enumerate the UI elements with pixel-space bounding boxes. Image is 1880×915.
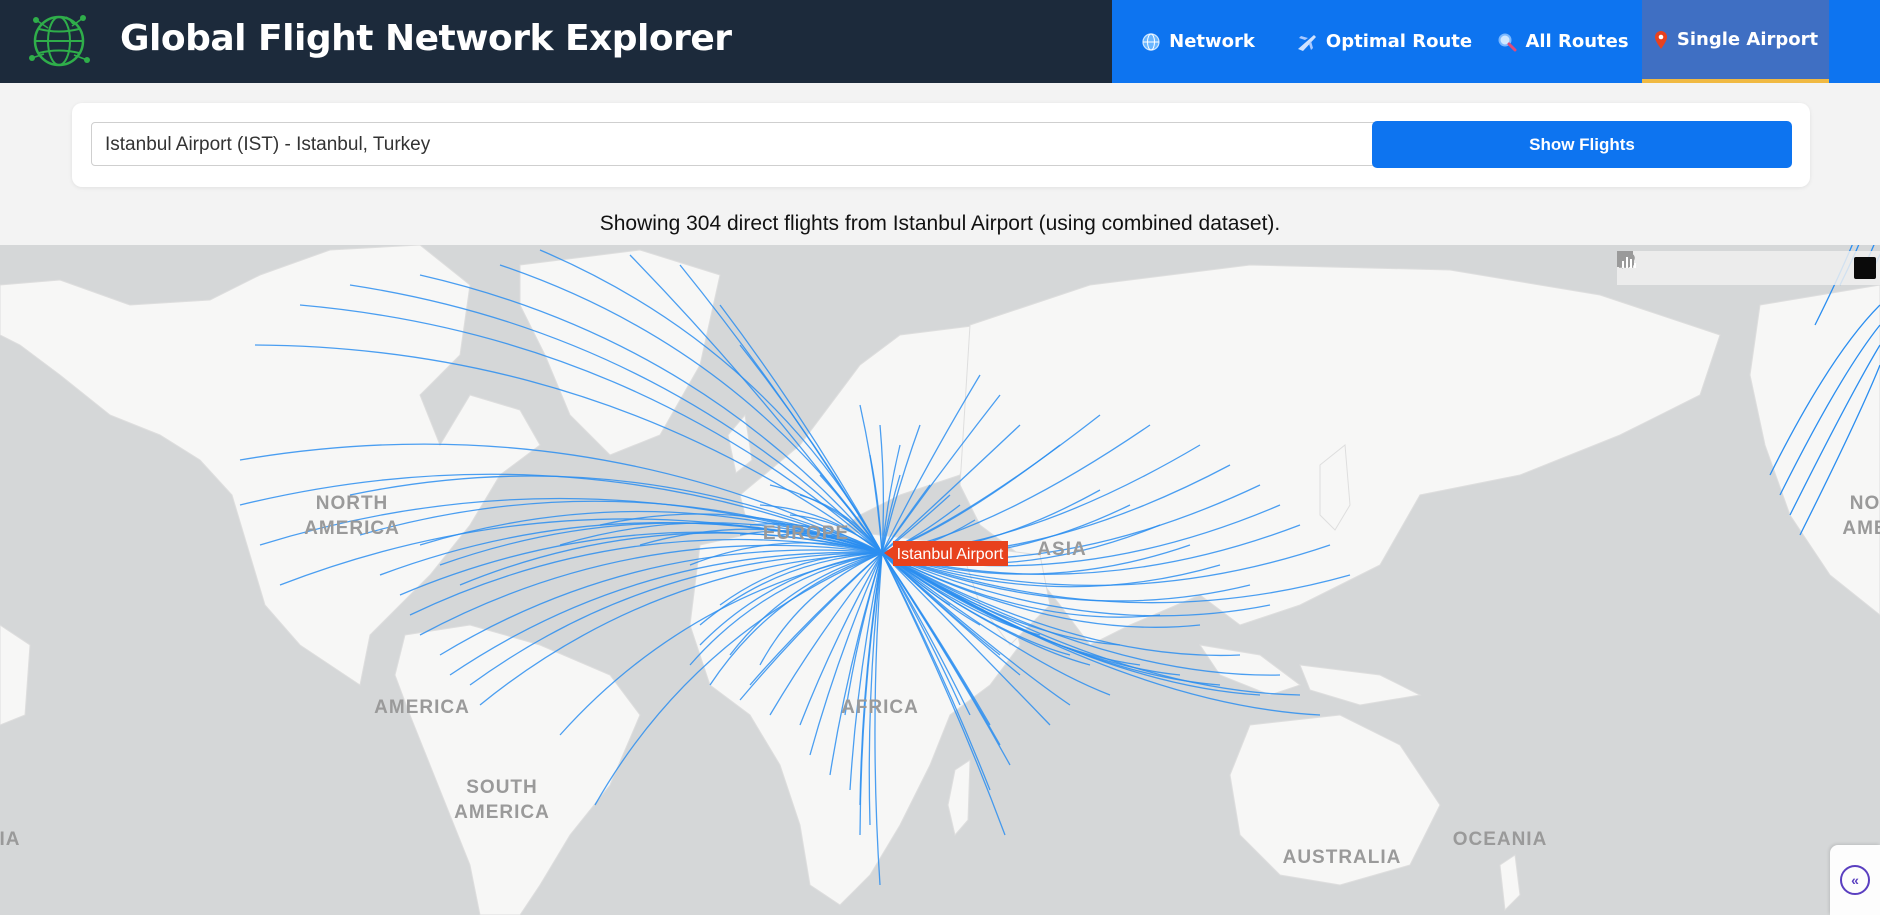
collapse-left-icon: «: [1840, 865, 1870, 895]
sidebar-toggle-button[interactable]: «: [1830, 845, 1880, 915]
home-icon[interactable]: [1618, 252, 1847, 282]
landmass-indonesia: [1299, 664, 1422, 706]
landmass-north-america-wrap: [1749, 284, 1880, 616]
label-europe: EUROPE: [763, 523, 849, 544]
label-africa: AFRICA: [841, 697, 919, 718]
tab-bar: Network Optimal Route All Routes Single …: [1112, 0, 1880, 83]
plotly-logo-icon[interactable]: [1622, 257, 1876, 279]
globe-network-icon: [26, 10, 92, 72]
zoom-in-icon[interactable]: [1617, 251, 1787, 282]
globe-icon: [1141, 32, 1161, 52]
airplane-icon: [1296, 32, 1318, 52]
tab-label: All Routes: [1525, 31, 1629, 52]
map-modebar: [1617, 251, 1880, 285]
label-oceania: OCEANIA: [1453, 829, 1548, 850]
landmass-south-america: [394, 624, 641, 915]
app-title: Global Flight Network Explorer: [120, 18, 732, 59]
show-flights-button[interactable]: Show Flights: [1372, 121, 1792, 168]
pin-icon: [1653, 30, 1669, 50]
airport-control-card: Istanbul Airport (IST) - Istanbul, Turke…: [72, 103, 1810, 187]
label-south-america-2: AMERICA: [454, 802, 550, 823]
lasso-icon[interactable]: [1619, 252, 1748, 282]
box-select-icon[interactable]: [1618, 252, 1718, 282]
label-south-america-1: SOUTH: [466, 777, 538, 798]
label-cut-right-1: NO: [1850, 493, 1880, 514]
landmass-asia-wrap: [0, 624, 31, 726]
magnifier-icon: [1497, 32, 1517, 52]
label-asia: ASIA: [1037, 539, 1086, 560]
top-navbar: Global Flight Network Explorer Network O…: [0, 0, 1880, 83]
landmass-new-zealand: [1499, 854, 1521, 912]
hub-label: Istanbul Airport: [897, 546, 1004, 563]
label-australia: AUSTRALIA: [1283, 847, 1402, 868]
airport-select-value: Istanbul Airport (IST) - Istanbul, Turke…: [105, 134, 431, 155]
tab-all-routes[interactable]: All Routes: [1484, 0, 1642, 83]
tab-label: Optimal Route: [1325, 31, 1473, 52]
label-north-america-1: NORTH: [316, 493, 389, 514]
label-america: AMERICA: [374, 697, 470, 718]
airport-select[interactable]: Istanbul Airport (IST) - Istanbul, Turke…: [91, 122, 1424, 166]
landmass-greenland: [519, 249, 721, 456]
tab-label: Network: [1169, 31, 1255, 52]
landmass-madagascar: [947, 759, 971, 837]
hub-marker[interactable]: Istanbul Airport: [884, 541, 1008, 566]
tab-network[interactable]: Network: [1112, 0, 1284, 83]
tab-single-airport[interactable]: Single Airport: [1642, 0, 1829, 83]
label-cut-right-2: AME: [1842, 518, 1880, 539]
tab-label: Single Airport: [1676, 29, 1819, 50]
pan-icon[interactable]: [1618, 252, 1688, 282]
landmass-uk: [727, 413, 753, 474]
zoom-out-icon[interactable]: [1617, 251, 1817, 282]
status-message: Showing 304 direct flights from Istanbul…: [599, 212, 1281, 235]
flight-map[interactable]: NORTH AMERICA AMERICA SOUTH AMERICA EURO…: [0, 245, 1880, 915]
tab-optimal-route[interactable]: Optimal Route: [1284, 0, 1484, 83]
label-cut-left: IA: [0, 829, 21, 850]
landmass-southeast-asia: [1198, 644, 1302, 696]
map-canvas[interactable]: NORTH AMERICA AMERICA SOUTH AMERICA EURO…: [0, 245, 1880, 915]
label-north-america-2: AMERICA: [304, 518, 400, 539]
landmass-north-america: [0, 245, 541, 686]
